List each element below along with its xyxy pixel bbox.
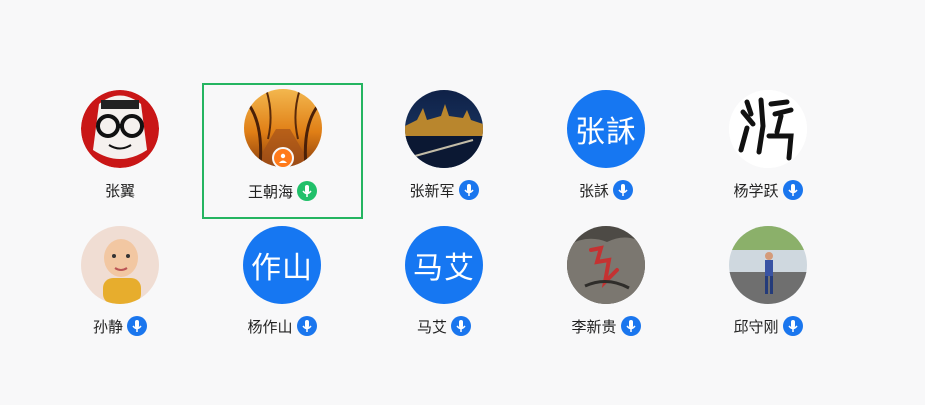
microphone-icon[interactable] bbox=[458, 180, 479, 200]
participant-name: 王朝海 bbox=[247, 183, 293, 201]
avatar[interactable] bbox=[81, 226, 159, 304]
avatar[interactable]: 马艾 bbox=[405, 226, 483, 304]
microphone-icon[interactable] bbox=[620, 316, 641, 336]
avatar[interactable]: 作山 bbox=[243, 226, 321, 304]
avatar[interactable] bbox=[405, 90, 483, 168]
participant-tile[interactable]: 张訸 张訸 bbox=[526, 84, 686, 220]
participant-name: 张訸 bbox=[578, 182, 609, 200]
participant-tile[interactable]: 邱守刚 bbox=[688, 220, 848, 356]
microphone-icon[interactable] bbox=[297, 181, 317, 201]
person-icon bbox=[271, 147, 294, 169]
avatar[interactable] bbox=[729, 90, 807, 168]
participant-name: 杨作山 bbox=[247, 318, 293, 336]
cartoon-avatar-icon bbox=[81, 90, 159, 168]
participant-name: 张翼 bbox=[104, 182, 135, 200]
participant-tile[interactable]: 李新贵 bbox=[526, 220, 686, 356]
calligraphy-avatar-icon bbox=[729, 90, 807, 168]
avatar[interactable] bbox=[81, 90, 159, 168]
baby-photo-avatar-icon bbox=[81, 226, 159, 304]
microphone-icon[interactable] bbox=[296, 316, 317, 336]
city-night-avatar-icon bbox=[405, 90, 483, 168]
rock-carving-avatar-icon bbox=[567, 226, 645, 304]
participant-tile[interactable]: 张新军 bbox=[364, 84, 524, 220]
microphone-icon[interactable] bbox=[782, 180, 803, 200]
participant-tile-selected[interactable]: 王朝海 bbox=[202, 83, 363, 219]
avatar[interactable] bbox=[729, 226, 807, 304]
participant-name: 杨学跃 bbox=[733, 182, 779, 200]
participant-name: 李新贵 bbox=[571, 318, 617, 336]
participant-tile[interactable]: 作山 杨作山 bbox=[202, 220, 362, 356]
participant-tile[interactable]: 杨学跃 bbox=[688, 84, 848, 220]
participant-tile[interactable]: 孙静 bbox=[40, 220, 200, 356]
participant-name: 张新军 bbox=[409, 182, 455, 200]
microphone-icon[interactable] bbox=[613, 180, 633, 200]
microphone-icon[interactable] bbox=[451, 316, 471, 336]
participant-tile[interactable]: 马艾 马艾 bbox=[364, 220, 524, 356]
avatar[interactable] bbox=[567, 226, 645, 304]
avatar[interactable]: 张訸 bbox=[567, 90, 645, 168]
participant-name: 马艾 bbox=[416, 318, 447, 336]
outdoor-person-avatar-icon bbox=[729, 226, 807, 304]
participant-name: 孙静 bbox=[92, 318, 123, 336]
participant-tile[interactable]: 张翼 bbox=[40, 84, 200, 220]
participant-grid: 张翼 王朝海 张新军 张訸 张訸 杨学跃 孙静 作山 杨作山 马艾 马艾 李新贵… bbox=[0, 0, 925, 405]
participant-name: 邱守刚 bbox=[733, 318, 779, 336]
microphone-icon[interactable] bbox=[127, 316, 147, 336]
microphone-icon[interactable] bbox=[782, 316, 803, 336]
